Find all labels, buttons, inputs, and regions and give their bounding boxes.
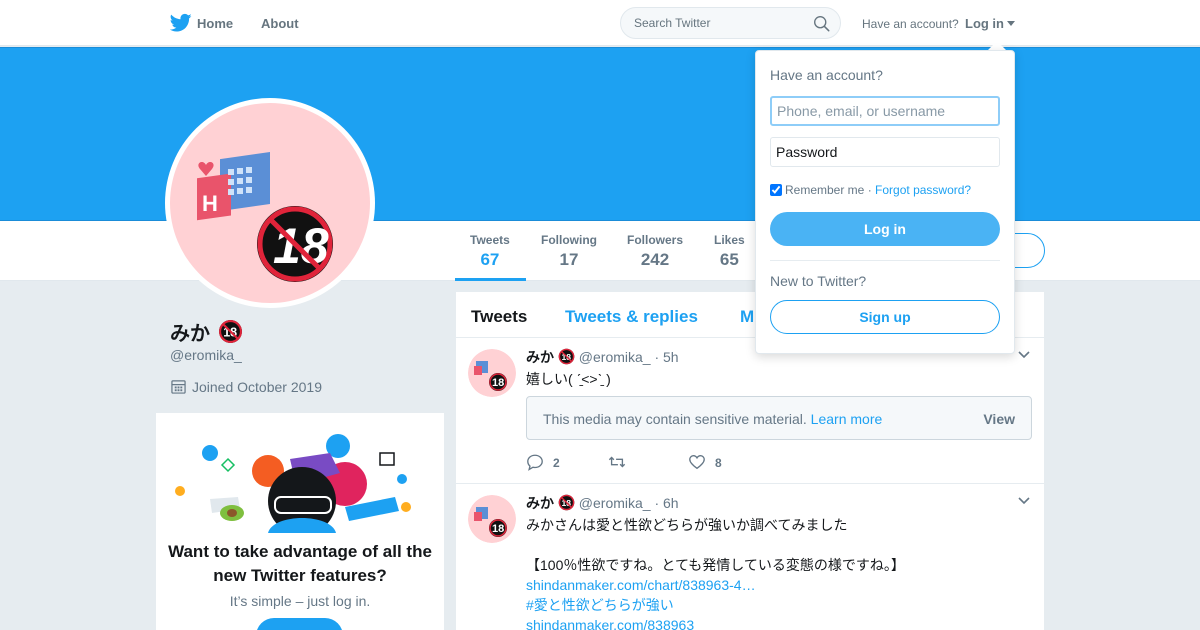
reply-count: 2 (553, 456, 560, 470)
remember-me-checkbox[interactable] (770, 184, 782, 196)
password-field[interactable] (770, 137, 1000, 167)
joined-date: Joined October 2019 (171, 379, 322, 395)
retweet-icon (608, 456, 626, 468)
forgot-password-link[interactable]: Forgot password? (875, 183, 971, 197)
top-navigation-bar: Home About Search Twitter Have an accoun… (0, 0, 1200, 46)
tweet-header: みか 18 @eromika_ · 5h (526, 347, 679, 367)
like-button[interactable]: 8 (688, 453, 722, 471)
stat-value: 242 (640, 250, 670, 269)
tweet-author-handle[interactable]: @eromika_ (579, 349, 651, 365)
active-tab-underline (455, 278, 526, 281)
signup-button[interactable]: Sign up (770, 300, 1000, 334)
twitter-bird-icon[interactable] (170, 13, 192, 33)
svg-text:18: 18 (223, 326, 237, 340)
chevron-down-icon[interactable] (1007, 21, 1015, 26)
tweet-link[interactable]: shindanmaker.com/chart/838963-4… (526, 575, 905, 595)
tweet-author-handle[interactable]: @eromika_ (579, 495, 651, 511)
no-under-18-icon: 18 (558, 494, 575, 511)
dropdown-arrow (988, 41, 1006, 50)
tweet-text-line: 【100％性欲ですね。とても発情している変態の様ですね。】 (526, 557, 905, 573)
stat-followers[interactable]: Followers 242 (627, 233, 683, 270)
sensitive-media-text: This media may contain sensitive materia… (543, 411, 882, 427)
avatar-image: 18 (468, 495, 516, 543)
tab-media[interactable]: M (740, 307, 754, 327)
tweet-text: 嬉しい( ˊ̱˂˃ˋ̱ ) (526, 371, 611, 387)
tweet[interactable]: 18 みか 18 @eromika_ · 5h 嬉しい( ˊ̱˂˃ˋ̱ ) Th… (456, 339, 1044, 484)
profile-name-text: みか (170, 323, 210, 345)
divider (770, 260, 1000, 261)
tab-tweets[interactable]: Tweets (471, 307, 527, 327)
tweet-text: みかさんは愛と性欲どちらが強いか調べてみました 【100％性欲ですね。とても発情… (526, 515, 905, 630)
joined-date-text: Joined October 2019 (192, 379, 322, 395)
tweet-author-name[interactable]: みか (526, 495, 554, 511)
chevron-down-icon[interactable] (1018, 351, 1030, 359)
profile-handle: @eromika_ (170, 347, 242, 363)
hashtag-link[interactable]: #愛と性欲どちらが強い (526, 595, 905, 615)
tweet-author-name[interactable]: みか (526, 349, 554, 365)
profile-avatar[interactable]: H 18 (165, 98, 375, 308)
nav-about-link[interactable]: About (261, 16, 299, 31)
retweet-button[interactable] (608, 453, 635, 471)
reply-icon (527, 454, 543, 471)
login-button[interactable]: Log in (770, 212, 1000, 246)
no-under-18-icon: 18 (558, 348, 575, 365)
tab-tweets-replies[interactable]: Tweets & replies (565, 307, 698, 327)
search-input[interactable]: Search Twitter (634, 16, 710, 30)
promo-title: Want to take advantage of all the new Tw… (168, 542, 432, 585)
stat-value: 67 (480, 250, 500, 269)
tweet-header: みか 18 @eromika_ · 6h (526, 493, 679, 513)
tweet-timestamp[interactable]: · 5h (654, 349, 678, 365)
profile-name: みか 18 (170, 317, 243, 346)
separator-dot: · (867, 183, 872, 197)
promo-subtitle: It’s simple – just log in. (229, 593, 371, 609)
svg-text:18: 18 (492, 523, 504, 535)
login-menu-link[interactable]: Log in (965, 16, 1004, 31)
stat-value: 17 (559, 250, 579, 269)
stat-label: Likes (714, 233, 745, 247)
stat-likes[interactable]: Likes 65 (714, 233, 745, 270)
tweet-avatar[interactable]: 18 (468, 349, 516, 397)
stat-label: Followers (627, 233, 684, 247)
stat-value: 65 (719, 250, 739, 269)
avatar-image: H 18 (170, 103, 370, 303)
nav-home-link[interactable]: Home (197, 16, 233, 31)
stat-label: Tweets (470, 233, 510, 247)
stat-label: Following (541, 233, 597, 247)
tweet-timestamp[interactable]: · 6h (654, 495, 678, 511)
stat-tweets[interactable]: Tweets 67 (470, 233, 510, 270)
calendar-icon (171, 380, 186, 394)
sensitive-media-message: This media may contain sensitive materia… (543, 411, 807, 427)
remember-me-row: Remember me · Forgot password? (770, 183, 971, 197)
promo-login-button[interactable] (256, 618, 343, 630)
avatar-image: 18 (468, 349, 516, 397)
chevron-down-icon[interactable] (1018, 497, 1030, 505)
tweet-avatar[interactable]: 18 (468, 495, 516, 543)
new-to-twitter-text: New to Twitter? (770, 273, 867, 289)
tweet-text-line: みかさんは愛と性欲どちらが強いか調べてみました (526, 517, 848, 533)
login-dropdown: Have an account? Remember me · Forgot pa… (755, 50, 1015, 354)
dropdown-title: Have an account? (770, 67, 883, 83)
svg-text:H: H (202, 191, 218, 216)
no-under-18-icon: 18 (218, 320, 242, 343)
learn-more-link[interactable]: Learn more (811, 411, 883, 427)
signup-promo-card: Want to take advantage of all the new Tw… (156, 413, 444, 630)
like-count: 8 (715, 456, 722, 470)
sensitive-media-notice: This media may contain sensitive materia… (526, 396, 1032, 440)
tweet-link[interactable]: shindanmaker.com/838963 (526, 615, 905, 630)
svg-text:18: 18 (492, 377, 504, 389)
username-field[interactable] (770, 96, 1000, 126)
promo-illustration (175, 434, 411, 533)
view-media-button[interactable]: View (983, 411, 1015, 427)
search-icon[interactable] (813, 15, 830, 32)
remember-me-label[interactable]: Remember me (785, 183, 864, 197)
search-box[interactable]: Search Twitter (620, 7, 841, 39)
heart-icon (689, 455, 705, 470)
have-account-text: Have an account? (862, 17, 959, 31)
reply-button[interactable]: 2 (526, 453, 560, 471)
tweet[interactable]: 18 みか 18 @eromika_ · 6h みかさんは愛と性欲どちらが強いか… (456, 485, 1044, 630)
stat-following[interactable]: Following 17 (541, 233, 597, 270)
svg-text:18: 18 (273, 218, 329, 274)
